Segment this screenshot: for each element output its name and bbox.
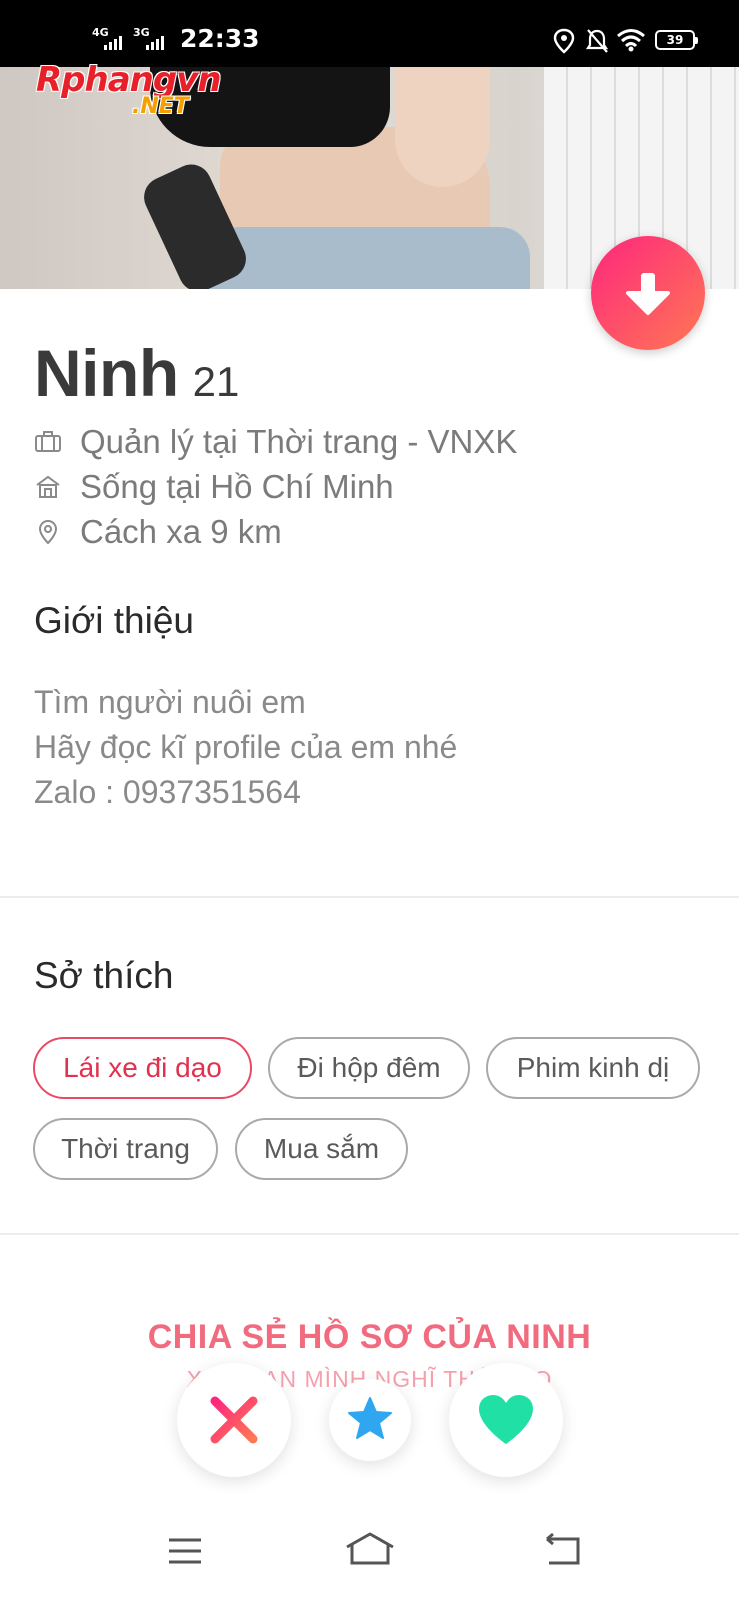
profile-name: Ninh [34,336,179,410]
watermark-suffix: .NET [132,94,189,119]
divider [0,1233,739,1235]
nope-button[interactable] [177,1363,291,1477]
wifi-icon [617,29,645,52]
interest-chip[interactable]: Lái xe đi dạo [33,1037,252,1099]
arrow-down-icon [626,273,670,315]
lives-text: Sống tại Hồ Chí Minh [80,468,394,505]
interest-chip[interactable]: Phim kinh dị [486,1037,700,1099]
interest-chip[interactable]: Đi hộp đêm [268,1037,470,1099]
about-bio: Tìm người nuôi em Hãy đọc kĩ profile của… [34,680,457,815]
divider [0,896,739,898]
profile-age: 21 [192,358,240,405]
bio-line: Tìm người nuôi em [34,684,306,720]
briefcase-icon [35,431,61,452]
distance-text: Cách xa 9 km [80,513,282,550]
job-text: Quản lý tại Thời trang - VNXK [80,423,518,460]
collapse-profile-button[interactable] [591,236,705,350]
close-icon [210,1396,258,1444]
home-icon [36,475,60,498]
share-profile-link[interactable]: CHIA SẺ HỒ SƠ CỦA NINH [0,1318,739,1357]
star-icon [348,1397,392,1439]
status-bar: 4G 3G 22:33 39 [0,0,739,67]
signal-icon [104,36,122,50]
profile-header: Ninh 21 [34,335,239,411]
back-icon[interactable] [533,1525,593,1575]
interest-chip[interactable]: Mua sắm [235,1118,408,1180]
distance-row: Cách xa 9 km [34,512,282,552]
watermark-text: Rphangvn [36,60,222,100]
bio-line: Zalo : 0937351564 [34,774,301,810]
battery-icon: 39 [655,30,698,50]
like-button[interactable] [449,1363,563,1477]
system-nav-bar [0,1505,739,1600]
watermark-logo: Rphangvn .NET [36,60,222,119]
location-row: Sống tại Hồ Chí Minh [34,467,394,507]
home-nav-icon[interactable] [340,1525,400,1575]
clock: 22:33 [180,24,260,53]
superlike-button[interactable] [329,1379,411,1461]
menu-icon[interactable] [155,1525,215,1575]
about-heading: Giới thiệu [34,600,194,641]
job-row: Quản lý tại Thời trang - VNXK [34,422,517,462]
interests-heading: Sở thích [34,955,174,996]
location-icon [553,28,575,54]
bio-line: Hãy đọc kĩ profile của em nhé [34,729,458,765]
heart-icon [479,1395,533,1444]
interest-chip[interactable]: Thời trang [33,1118,218,1180]
bell-off-icon [585,29,609,53]
map-pin-icon [38,519,58,545]
signal-icon-2 [146,36,164,50]
